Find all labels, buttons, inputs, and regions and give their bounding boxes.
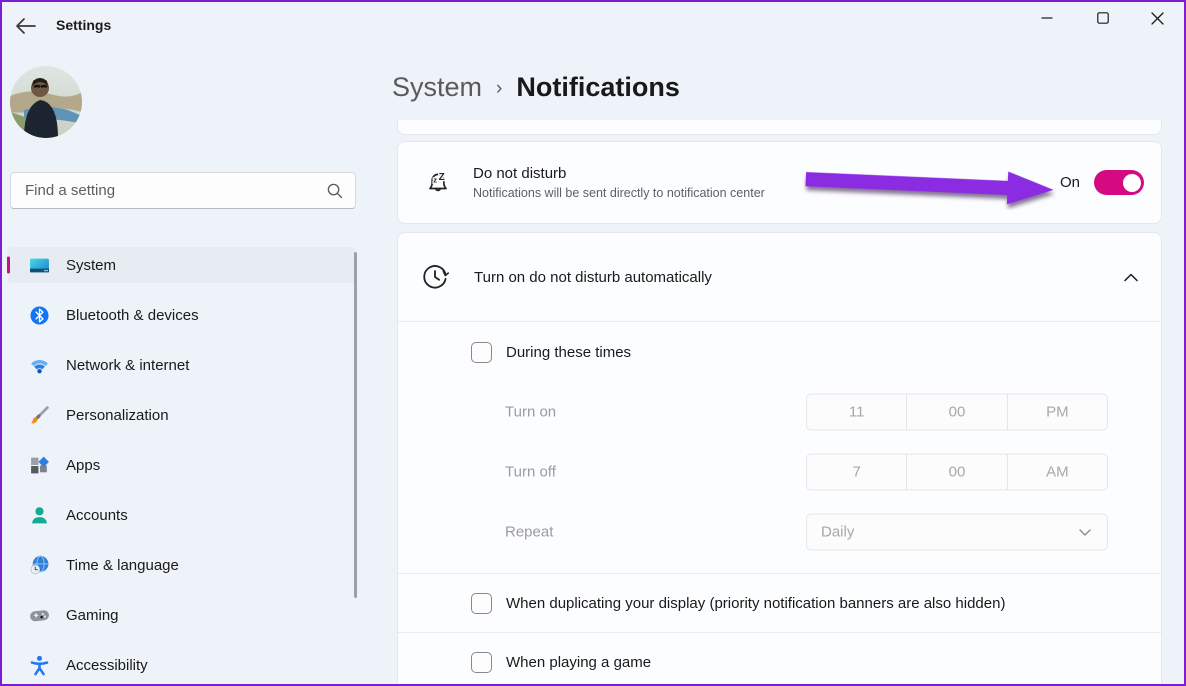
person-icon [29,505,50,526]
playing-game-checkbox[interactable] [471,652,492,673]
breadcrumb-separator: › [496,78,502,100]
sidebar-item-label: Network & internet [66,357,189,374]
avatar-photo [10,66,82,138]
sidebar-scrollbar[interactable] [354,252,357,598]
dnd-title: Do not disturb [473,165,765,182]
dnd-text-block: Do not disturb Notifications will be sen… [473,165,765,200]
auto-dnd-header[interactable]: Turn on do not disturb automatically [398,233,1161,321]
close-icon [1151,12,1164,25]
sidebar-item-accessibility[interactable]: Accessibility [7,647,356,683]
sidebar-item-personalization[interactable]: Personalization [7,397,356,433]
sidebar-item-network-internet[interactable]: Network & internet [7,347,356,383]
minute-field[interactable]: 00 [906,395,1006,430]
chevron-down-icon [1079,528,1091,536]
turn-on-time-picker[interactable]: 11 00 PM [806,394,1108,431]
chevron-up-icon[interactable] [1124,273,1138,282]
turn-off-label: Turn off [505,464,556,481]
duplicating-display-row: When duplicating your display (priority … [398,574,1161,632]
spacer [398,562,1161,573]
sidebar-item-system[interactable]: System [7,247,356,283]
sidebar-item-label: Personalization [66,407,169,424]
hour-field[interactable]: 11 [807,395,906,430]
dnd-toggle-group: On [1060,170,1144,195]
bluetooth-icon [29,305,50,326]
sidebar-item-label: Accessibility [66,657,148,674]
close-button[interactable] [1134,2,1180,34]
toggle-state-label: On [1060,174,1080,191]
sidebar-item-label: Bluetooth & devices [66,307,199,324]
maximize-button[interactable] [1080,2,1126,34]
ampm-field[interactable]: PM [1007,395,1107,430]
globe-clock-icon [29,555,50,576]
arrow-left-icon [14,16,38,36]
bell-sleep-icon: z Z [423,168,453,198]
auto-dnd-card: Turn on do not disturb automatically Dur… [397,232,1162,686]
playing-game-label: When playing a game [506,654,651,671]
duplicating-display-checkbox[interactable] [471,593,492,614]
breadcrumb-parent[interactable]: System [392,72,482,103]
repeat-label: Repeat [505,524,553,541]
user-avatar[interactable] [10,66,82,138]
wifi-icon [29,355,50,376]
minute-field[interactable]: 00 [906,455,1006,490]
gamepad-icon [29,605,50,626]
selected-accent-bar [7,257,10,274]
during-these-times-row: During these times [398,322,1161,382]
sidebar-item-label: Accounts [66,507,128,524]
auto-dnd-header-label: Turn on do not disturb automatically [474,269,1124,286]
hour-field[interactable]: 7 [807,455,906,490]
sidebar: Find a setting [2,50,372,684]
turn-on-label: Turn on [505,404,556,421]
minimize-icon [1041,12,1053,24]
ampm-field[interactable]: AM [1007,455,1107,490]
accessibility-figure-icon [29,655,50,676]
maximize-icon [1097,12,1109,24]
dnd-subtitle: Notifications will be sent directly to n… [473,186,765,200]
do-not-disturb-card: z Z Do not disturb Notifications will be… [397,141,1162,224]
previous-card-edge [397,120,1162,135]
turn-off-time-picker[interactable]: 7 00 AM [806,454,1108,491]
turn-on-row: Turn on 11 00 PM [398,382,1161,442]
svg-text:z: z [433,175,437,184]
playing-game-row: When playing a game [398,633,1161,686]
back-button[interactable] [14,16,42,38]
repeat-row: Repeat Daily [398,502,1161,562]
svg-text:Z: Z [439,171,445,182]
sidebar-item-label: Time & language [66,557,179,574]
settings-window: Settings [0,0,1186,686]
clock-auto-icon [421,263,449,291]
search-input[interactable]: Find a setting [10,172,356,209]
sidebar-item-label: Apps [66,457,100,474]
do-not-disturb-toggle[interactable] [1094,170,1144,195]
titlebar: Settings [2,2,1184,50]
sidebar-item-apps[interactable]: Apps [7,447,356,483]
sidebar-nav: System Bluetooth & devices [7,247,356,686]
window-title: Settings [56,17,111,33]
sidebar-item-time-language[interactable]: Time & language [7,547,356,583]
main-content: System › Notifications z Z Do not distur… [372,50,1184,684]
sidebar-item-label: System [66,257,116,274]
search-placeholder: Find a setting [25,182,326,199]
during-these-times-checkbox[interactable] [471,342,492,363]
apps-grid-icon [29,455,50,476]
during-these-times-label: During these times [506,344,631,361]
sidebar-item-gaming[interactable]: Gaming [7,597,356,633]
repeat-dropdown[interactable]: Daily [806,514,1108,551]
sidebar-item-bluetooth-devices[interactable]: Bluetooth & devices [7,297,356,333]
repeat-value: Daily [821,524,1079,541]
minimize-button[interactable] [1024,2,1070,34]
sidebar-item-label: Gaming [66,607,119,624]
system-display-icon [29,255,50,276]
duplicating-display-label: When duplicating your display (priority … [506,595,1005,612]
page-title: Notifications [516,72,680,103]
breadcrumb: System › Notifications [392,72,680,103]
search-icon [326,182,343,199]
paintbrush-icon [29,405,50,426]
turn-off-row: Turn off 7 00 AM [398,442,1161,502]
toggle-knob [1123,174,1141,192]
sidebar-item-accounts[interactable]: Accounts [7,497,356,533]
